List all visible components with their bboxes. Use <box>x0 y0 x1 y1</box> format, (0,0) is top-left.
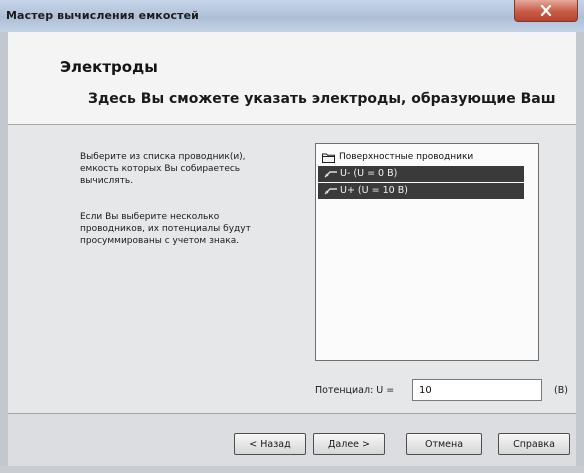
help-button[interactable]: Справка <box>498 433 570 455</box>
list-item-u-minus[interactable]: U- (U = 0 B) <box>318 166 524 182</box>
next-button[interactable]: Далее > <box>313 433 385 455</box>
cancel-button[interactable]: Отмена <box>406 433 482 455</box>
conductor-icon <box>324 188 337 195</box>
wizard-header: Электроды Здесь Вы сможете указать элект… <box>8 32 576 125</box>
tree-group-label: Поверхностные проводники <box>339 152 474 162</box>
tree-group-surface-conductors[interactable]: Поверхностные проводники <box>322 150 473 164</box>
page-subtitle: Здесь Вы сможете указать электроды, обра… <box>88 91 556 107</box>
window-frame-right <box>576 32 584 466</box>
window-title: Мастер вычисления емкостей <box>6 9 199 22</box>
back-button[interactable]: < Назад <box>234 433 306 455</box>
conductor-list[interactable]: Поверхностные проводники U- (U = 0 B) U+… <box>315 143 539 361</box>
note-text: Если Вы выберите несколько проводников, … <box>80 212 251 246</box>
list-item-u-plus[interactable]: U+ (U = 10 B) <box>318 183 524 199</box>
window-frame-left <box>0 32 8 466</box>
window-frame-bottom <box>0 466 584 473</box>
instruction-text: Выберите из списка проводник(и), емкость… <box>80 152 246 186</box>
list-item-label: U- (U = 0 B) <box>340 168 398 179</box>
conductor-icon <box>324 171 337 178</box>
close-button[interactable] <box>514 0 578 22</box>
potential-label: Потенциал: U = <box>315 385 395 396</box>
title-bar: Мастер вычисления емкостей <box>0 0 584 33</box>
list-item-label: U+ (U = 10 B) <box>340 185 408 196</box>
wizard-footer: < Назад Далее > Отмена Справка <box>8 413 576 466</box>
page-title: Электроды <box>60 58 158 76</box>
potential-input[interactable] <box>412 379 542 401</box>
folder-icon <box>322 153 335 163</box>
close-icon <box>540 5 552 16</box>
wizard-body: Выберите из списка проводник(и), емкость… <box>8 125 576 413</box>
potential-unit: (В) <box>554 385 568 396</box>
